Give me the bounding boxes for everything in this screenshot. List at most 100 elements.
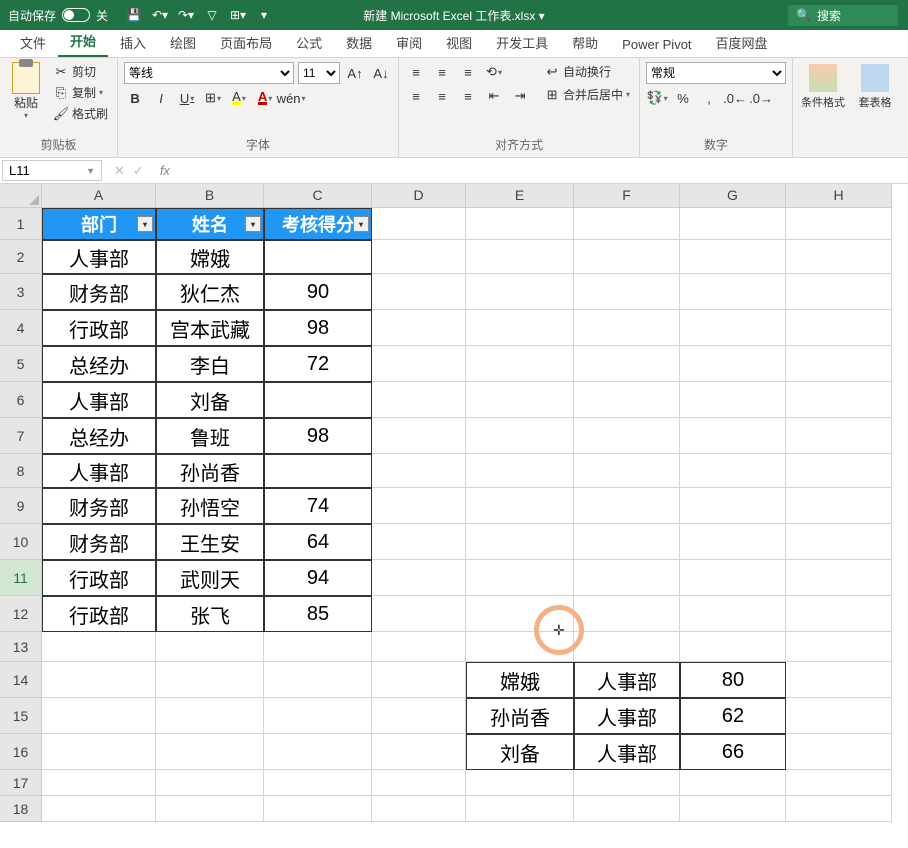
cell-B11[interactable]: 武则天 bbox=[156, 560, 264, 596]
tab-help[interactable]: 帮助 bbox=[560, 28, 610, 57]
col-header-D[interactable]: D bbox=[372, 184, 466, 208]
align-bottom-icon[interactable]: ≡ bbox=[457, 62, 479, 82]
col-header-E[interactable]: E bbox=[466, 184, 574, 208]
tab-review[interactable]: 审阅 bbox=[384, 28, 434, 57]
cell-D2[interactable] bbox=[372, 240, 466, 274]
align-middle-icon[interactable]: ≡ bbox=[431, 62, 453, 82]
format-as-table-button[interactable]: 套表格 bbox=[851, 62, 899, 153]
copy-button[interactable]: ⎘复制▾ bbox=[50, 83, 111, 102]
cell-E4[interactable] bbox=[466, 310, 574, 346]
col-header-F[interactable]: F bbox=[574, 184, 680, 208]
cell-E15[interactable]: 孙尚香 bbox=[466, 698, 574, 734]
cell-C11[interactable]: 94 bbox=[264, 560, 372, 596]
cell-B10[interactable]: 王生安 bbox=[156, 524, 264, 560]
cell-B17[interactable] bbox=[156, 770, 264, 796]
cell-F8[interactable] bbox=[574, 454, 680, 488]
tab-home[interactable]: 开始 bbox=[58, 26, 108, 57]
cell-G17[interactable] bbox=[680, 770, 786, 796]
cell-C17[interactable] bbox=[264, 770, 372, 796]
cell-B14[interactable] bbox=[156, 662, 264, 698]
font-size-select[interactable]: 11 bbox=[298, 62, 340, 84]
col-header-G[interactable]: G bbox=[680, 184, 786, 208]
cell-G10[interactable] bbox=[680, 524, 786, 560]
cell-F13[interactable] bbox=[574, 632, 680, 662]
fx-icon[interactable]: fx bbox=[154, 163, 176, 178]
cell-G14[interactable]: 80 bbox=[680, 662, 786, 698]
cell-B18[interactable] bbox=[156, 796, 264, 822]
cell-D14[interactable] bbox=[372, 662, 466, 698]
cell-F1[interactable] bbox=[574, 208, 680, 240]
row-header-14[interactable]: 14 bbox=[0, 662, 42, 698]
cell-A1[interactable]: 部门▾ bbox=[42, 208, 156, 240]
cell-H14[interactable] bbox=[786, 662, 892, 698]
cell-G15[interactable]: 62 bbox=[680, 698, 786, 734]
toggle-switch-icon[interactable] bbox=[62, 8, 90, 22]
cell-F5[interactable] bbox=[574, 346, 680, 382]
cell-F9[interactable] bbox=[574, 488, 680, 524]
filter-dropdown-icon[interactable]: ▾ bbox=[137, 216, 153, 232]
format-painter-button[interactable]: 🖌格式刷 bbox=[50, 104, 111, 123]
cell-A10[interactable]: 财务部 bbox=[42, 524, 156, 560]
cell-H1[interactable] bbox=[786, 208, 892, 240]
cell-E14[interactable]: 嫦娥 bbox=[466, 662, 574, 698]
merge-center-button[interactable]: ⊞合并后居中▾ bbox=[541, 85, 633, 104]
cell-E8[interactable] bbox=[466, 454, 574, 488]
percent-icon[interactable]: % bbox=[672, 88, 694, 108]
cell-E11[interactable] bbox=[466, 560, 574, 596]
cell-D1[interactable] bbox=[372, 208, 466, 240]
cell-A4[interactable]: 行政部 bbox=[42, 310, 156, 346]
cell-H12[interactable] bbox=[786, 596, 892, 632]
filter-dropdown-icon[interactable]: ▾ bbox=[245, 216, 261, 232]
cell-F10[interactable] bbox=[574, 524, 680, 560]
increase-decimal-icon[interactable]: .0← bbox=[724, 88, 746, 108]
cell-F6[interactable] bbox=[574, 382, 680, 418]
cell-D15[interactable] bbox=[372, 698, 466, 734]
cell-F12[interactable] bbox=[574, 596, 680, 632]
cell-E7[interactable] bbox=[466, 418, 574, 454]
tab-power-pivot[interactable]: Power Pivot bbox=[610, 32, 703, 57]
spreadsheet-grid[interactable]: 123456789101112131415161718 ABCDEFGH 部门▾… bbox=[0, 184, 908, 848]
cell-C13[interactable] bbox=[264, 632, 372, 662]
cell-H17[interactable] bbox=[786, 770, 892, 796]
cell-G5[interactable] bbox=[680, 346, 786, 382]
cell-D16[interactable] bbox=[372, 734, 466, 770]
row-header-1[interactable]: 1 bbox=[0, 208, 42, 240]
decrease-indent-icon[interactable]: ⇤ bbox=[483, 86, 505, 106]
cell-D9[interactable] bbox=[372, 488, 466, 524]
cell-C18[interactable] bbox=[264, 796, 372, 822]
row-header-10[interactable]: 10 bbox=[0, 524, 42, 560]
cell-C1[interactable]: 考核得分▾ bbox=[264, 208, 372, 240]
cell-F3[interactable] bbox=[574, 274, 680, 310]
cell-A17[interactable] bbox=[42, 770, 156, 796]
row-header-2[interactable]: 2 bbox=[0, 240, 42, 274]
cell-B4[interactable]: 宫本武藏 bbox=[156, 310, 264, 346]
row-header-18[interactable]: 18 bbox=[0, 796, 42, 822]
align-center-icon[interactable]: ≡ bbox=[431, 86, 453, 106]
cell-B15[interactable] bbox=[156, 698, 264, 734]
filter-icon[interactable]: ▽ bbox=[204, 7, 220, 23]
tab-insert[interactable]: 插入 bbox=[108, 28, 158, 57]
cell-C12[interactable]: 85 bbox=[264, 596, 372, 632]
cell-C8[interactable] bbox=[264, 454, 372, 488]
increase-indent-icon[interactable]: ⇥ bbox=[509, 86, 531, 106]
font-name-select[interactable]: 等线 bbox=[124, 62, 294, 84]
undo-icon[interactable]: ↶▾ bbox=[152, 7, 168, 23]
cell-A7[interactable]: 总经办 bbox=[42, 418, 156, 454]
cell-F4[interactable] bbox=[574, 310, 680, 346]
cell-D8[interactable] bbox=[372, 454, 466, 488]
cell-B2[interactable]: 嫦娥 bbox=[156, 240, 264, 274]
border-button[interactable]: ⊞ bbox=[202, 88, 224, 108]
cell-A14[interactable] bbox=[42, 662, 156, 698]
row-header-4[interactable]: 4 bbox=[0, 310, 42, 346]
cell-D6[interactable] bbox=[372, 382, 466, 418]
cell-A8[interactable]: 人事部 bbox=[42, 454, 156, 488]
increase-font-icon[interactable]: A↑ bbox=[344, 63, 366, 83]
cell-B5[interactable]: 李白 bbox=[156, 346, 264, 382]
cell-G6[interactable] bbox=[680, 382, 786, 418]
row-header-16[interactable]: 16 bbox=[0, 734, 42, 770]
cell-B9[interactable]: 孙悟空 bbox=[156, 488, 264, 524]
cell-A16[interactable] bbox=[42, 734, 156, 770]
cell-G9[interactable] bbox=[680, 488, 786, 524]
cell-C3[interactable]: 90 bbox=[264, 274, 372, 310]
select-all-corner[interactable] bbox=[0, 184, 42, 208]
